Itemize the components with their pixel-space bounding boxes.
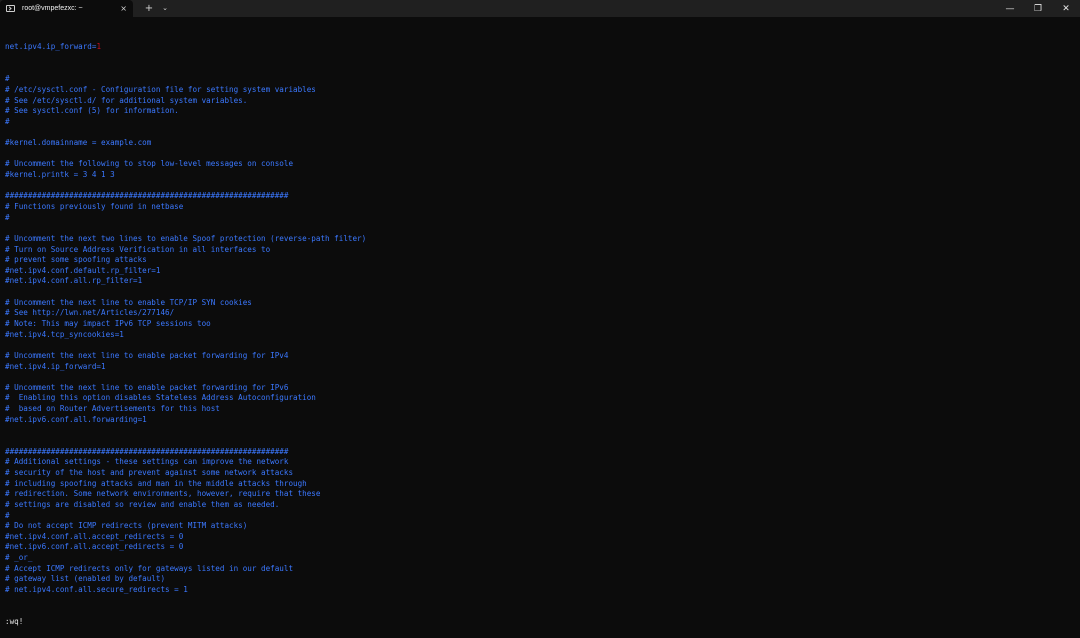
file-line: # Turn on Source Address Verification in…	[5, 244, 271, 254]
maximize-button[interactable]: ❐	[1024, 0, 1052, 17]
file-lines: # # /etc/sysctl.conf - Configuration file…	[5, 74, 1080, 595]
file-line: # See /etc/sysctl.d/ for additional syst…	[5, 95, 248, 105]
file-line	[5, 127, 1080, 138]
file-line: # Uncomment the next line to enable pack…	[5, 350, 289, 360]
file-line: # Note: This may impact IPv6 TCP session…	[5, 319, 211, 328]
file-line: #net.ipv4.conf.all.accept_redirects = 0	[5, 531, 184, 541]
close-window-button[interactable]: ✕	[1052, 0, 1080, 17]
first-line-key: net.ipv4.ip_forward=	[5, 42, 97, 52]
file-line: #	[5, 116, 10, 126]
file-line: # Functions previously found in netbase	[5, 201, 184, 211]
file-line: # Uncomment the following to stop low-le…	[5, 159, 294, 169]
file-line: # based on Router Advertisements for thi…	[5, 404, 220, 414]
file-line: # Accept ICMP redirects only for gateway…	[5, 563, 294, 573]
new-tab-button[interactable]: +	[141, 0, 157, 17]
file-line: #kernel.domainname = example.com	[5, 138, 152, 148]
title-bar: root@vmpefezxc: ~ × + ⌄ — ❐ ✕	[0, 0, 1080, 17]
file-line	[5, 287, 1080, 298]
file-line: # settings are disabled so review and en…	[5, 499, 280, 509]
file-line: # Uncomment the next line to enable TCP/…	[5, 297, 252, 307]
file-line: # Uncomment the next line to enable pack…	[5, 382, 289, 392]
file-line: # security of the host and prevent again…	[5, 467, 294, 477]
terminal-editor[interactable]: net.ipv4.ip_forward=1 # # /etc/sysctl.con…	[0, 17, 1080, 638]
file-line: ########################################…	[5, 446, 289, 456]
file-line: #net.ipv4.ip_forward=1	[5, 361, 106, 371]
file-line: # See http://lwn.net/Articles/277146/	[5, 308, 175, 318]
file-line: ########################################…	[5, 191, 289, 201]
file-line: #net.ipv6.conf.all.accept_redirects = 0	[5, 542, 184, 552]
file-line: #net.ipv4.tcp_syncookies=1	[5, 329, 124, 339]
file-line: #net.ipv4.conf.default.rp_filter=1	[5, 265, 161, 275]
file-line	[5, 372, 1080, 383]
tab-title: root@vmpefezxc: ~	[22, 5, 83, 12]
file-line: # net.ipv4.conf.all.secure_redirects = 1	[5, 585, 188, 595]
file-line	[5, 181, 1080, 192]
file-line: #	[5, 74, 10, 84]
terminal-tab[interactable]: root@vmpefezxc: ~ ×	[0, 0, 133, 17]
file-line: #	[5, 212, 10, 222]
file-line: # Do not accept ICMP redirects (prevent …	[5, 521, 248, 531]
file-line: # Enabling this option disables Stateles…	[5, 393, 316, 403]
file-line: #	[5, 510, 10, 520]
file-line: # See sysctl.conf (5) for information.	[5, 106, 179, 116]
command-line[interactable]: :wq!	[5, 617, 1080, 628]
dropdown-chevron-icon[interactable]: ⌄	[157, 0, 173, 17]
file-line: #kernel.printk = 3 4 1 3	[5, 170, 115, 180]
file-line: # redirection. Some network environments…	[5, 489, 321, 499]
file-line	[5, 425, 1080, 436]
file-line: # Additional settings - these settings c…	[5, 457, 289, 467]
first-line: net.ipv4.ip_forward=1	[5, 42, 1080, 53]
file-line: # prevent some spoofing attacks	[5, 255, 147, 265]
file-line: # including spoofing attacks and man in …	[5, 478, 307, 488]
terminal-icon	[6, 5, 15, 12]
first-line-value: 1	[96, 42, 102, 52]
file-line	[5, 149, 1080, 160]
file-line	[5, 223, 1080, 234]
file-line: #net.ipv4.conf.all.rp_filter=1	[5, 276, 143, 286]
file-line: # _or_	[5, 553, 33, 563]
window-controls: — ❐ ✕	[996, 0, 1080, 17]
file-line	[5, 340, 1080, 351]
file-line: #net.ipv6.conf.all.forwarding=1	[5, 414, 147, 424]
file-line: # /etc/sysctl.conf - Configuration file …	[5, 84, 316, 94]
close-tab-icon[interactable]: ×	[120, 4, 127, 13]
file-line	[5, 436, 1080, 447]
minimize-button[interactable]: —	[996, 0, 1024, 17]
file-line: # Uncomment the next two lines to enable…	[5, 233, 367, 243]
